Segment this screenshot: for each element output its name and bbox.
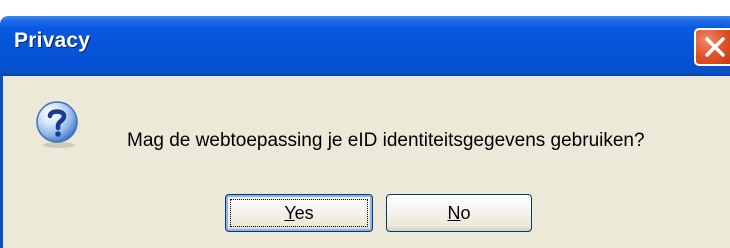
close-button[interactable] [694, 28, 730, 66]
close-icon [705, 37, 725, 57]
no-button-label: No [447, 203, 470, 223]
question-icon [36, 101, 78, 148]
no-accelerator: N [447, 203, 461, 223]
title-bar[interactable]: Privacy [0, 16, 730, 76]
yes-button[interactable]: Yes [225, 194, 373, 232]
dialog-body: Mag de webtoepassing je eID identiteitsg… [0, 76, 730, 248]
yes-accelerator: Y [284, 203, 295, 223]
desktop: Privacy Mag de webtoepassing je eID iden… [0, 0, 730, 248]
no-button[interactable]: No [386, 194, 532, 232]
dialog-message: Mag de webtoepassing je eID identiteitsg… [127, 130, 645, 151]
yes-button-label: Yes [284, 203, 313, 223]
no-label-rest: o [460, 203, 471, 223]
yes-label-rest: es [294, 203, 314, 223]
window-title: Privacy [14, 29, 91, 52]
privacy-dialog: Privacy Mag de webtoepassing je eID iden… [0, 16, 730, 248]
